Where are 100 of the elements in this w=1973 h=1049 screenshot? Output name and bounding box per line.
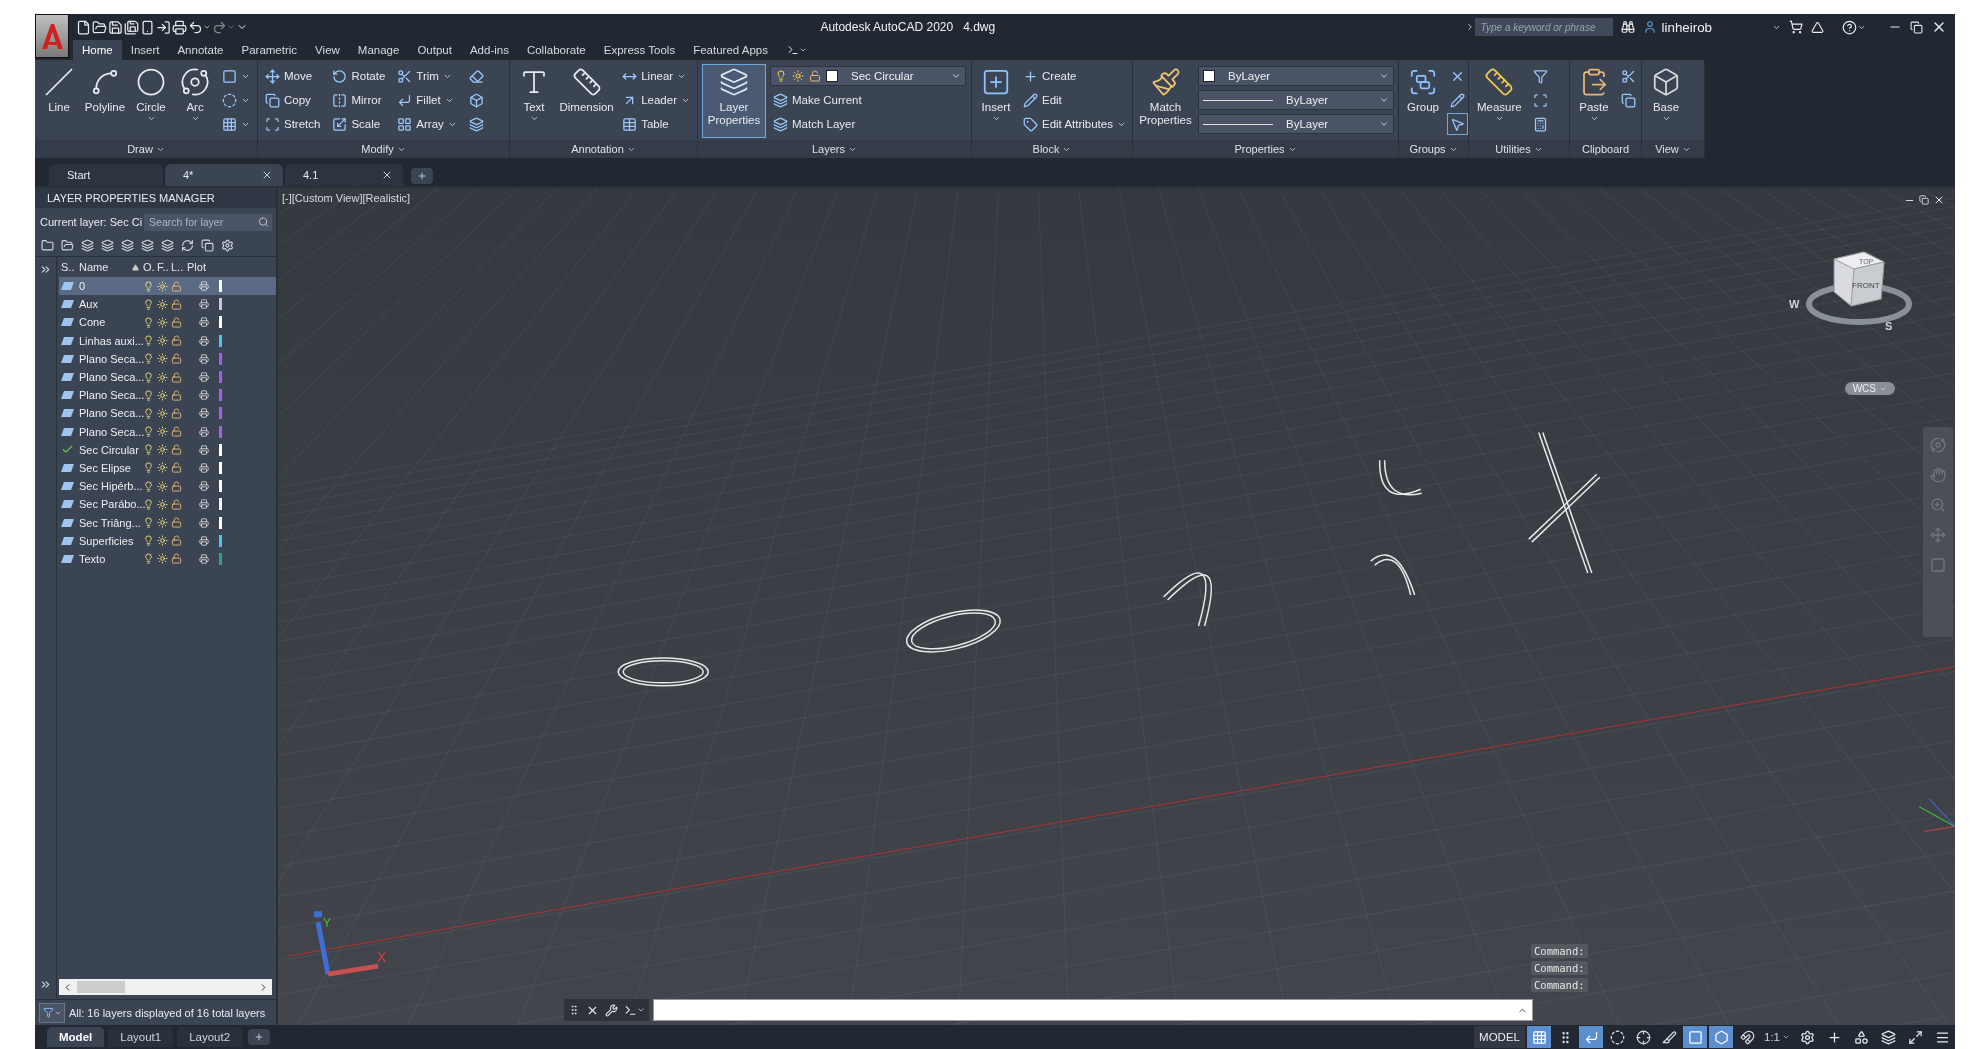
ribbon-tool-button[interactable]: Create [1020, 65, 1129, 87]
column-header[interactable]: F.. [157, 261, 169, 273]
ribbon-tool-button[interactable]: Table [619, 113, 693, 135]
ribbon-tool-button[interactable]: Mirror [329, 89, 389, 111]
model-space-button[interactable]: MODEL [1474, 1026, 1525, 1048]
search-field[interactable]: Search for layer [144, 213, 272, 231]
panel-title[interactable]: Properties [1133, 140, 1398, 158]
ribbon-tab[interactable]: Express Tools [594, 40, 685, 60]
ribbon-tool-button[interactable]: Stretch [262, 113, 324, 135]
layer-row[interactable]: Sec Triâng... [59, 513, 276, 532]
ribbon-tab[interactable]: View [306, 40, 349, 60]
layer-name: 0 [79, 280, 87, 293]
ribbon-tool-button[interactable]: Edit Attributes [1020, 113, 1129, 135]
panel-title[interactable]: Layers [698, 140, 971, 158]
document-tab[interactable]: Start [49, 164, 163, 186]
layer-row[interactable]: Superficies [59, 531, 276, 550]
panel-title[interactable]: Groups [1399, 140, 1468, 158]
ribbon-tool-button[interactable]: Make Current [770, 89, 966, 111]
ribbon-tool-button[interactable]: Base [1646, 64, 1686, 138]
ribbon-tool-button[interactable]: Trim [394, 65, 460, 87]
column-header[interactable]: O. [143, 261, 155, 273]
ribbon-tab[interactable]: Collaborate [517, 40, 595, 60]
ribbon-tool-button[interactable]: Match Layer [770, 113, 966, 135]
panel-title[interactable]: View [1642, 140, 1704, 158]
ribbon-tab[interactable]: Home [73, 40, 122, 60]
layer-row[interactable]: 0 [59, 277, 276, 296]
column-header[interactable]: L.. [171, 261, 185, 273]
layer-row[interactable]: Aux [59, 295, 276, 314]
panel-title[interactable]: Annotation [510, 140, 697, 158]
layer-row[interactable]: Sec Circular [59, 440, 276, 459]
layer-name: Sec Elipse [79, 461, 132, 474]
ribbon-tool-button[interactable]: Array [394, 113, 460, 135]
ribbon-tool-button[interactable]: Leader [619, 89, 693, 111]
ribbon-tool-button[interactable]: Edit [1020, 89, 1129, 111]
ribbon-tool-button[interactable]: Copy [262, 89, 324, 111]
layer-row[interactable]: Texto [59, 549, 276, 568]
ribbon-tab[interactable]: Insert [121, 40, 169, 60]
column-header[interactable]: S.. [61, 261, 77, 273]
layer-row[interactable]: Plano Seca... [59, 404, 276, 423]
ribbon-tool-button[interactable]: Insert [976, 64, 1016, 138]
ribbon-tool-button[interactable]: Match Properties [1137, 64, 1194, 138]
palette-title: LAYER PROPERTIES MANAGER [35, 188, 276, 208]
document-tab[interactable]: 4* [165, 164, 283, 186]
layer-row[interactable]: Plano Seca... [59, 386, 276, 405]
ribbon-tab[interactable]: Output [408, 40, 461, 60]
dropdown-field[interactable]: ByLayer [1198, 66, 1394, 86]
dropdown-field[interactable]: ByLayer [1198, 114, 1394, 134]
ribbon-tool-button[interactable]: Measure [1473, 64, 1526, 138]
layer-name: Aux [79, 298, 99, 311]
ribbon-tab[interactable]: Add-ins [460, 40, 518, 60]
ribbon-tool-button[interactable]: Move [262, 65, 324, 87]
ribbon-tool-button[interactable]: Rotate [329, 65, 389, 87]
layer-row[interactable]: Plano Seca... [59, 367, 276, 387]
user-menu-button[interactable]: linheirob [1642, 19, 1781, 35]
dropdown-field[interactable]: Sec Circular [770, 66, 966, 86]
layer-row[interactable]: Sec Parábo... [59, 495, 276, 514]
dropdown-field[interactable]: ByLayer [1198, 90, 1394, 110]
ribbon-tool-button[interactable]: Text [514, 64, 554, 138]
layer-count-status: All: 16 layers displayed of 16 total layers [69, 1006, 266, 1019]
ribbon-tab[interactable]: Parametric [232, 40, 307, 60]
ribbon-tool-button[interactable]: Linear [619, 65, 693, 87]
column-header[interactable]: Plot [187, 261, 217, 273]
panel-title[interactable]: Utilities [1469, 140, 1569, 158]
layer-row[interactable]: Cone [59, 313, 276, 332]
layer-name: Superficies [79, 534, 135, 547]
ribbon-tab[interactable]: Featured Apps [684, 40, 777, 60]
current-layer-label: Current layer: Sec Ci [40, 216, 143, 228]
ribbon-tool-button[interactable]: Scale [329, 113, 389, 135]
panel-title[interactable]: Clipboard [1570, 140, 1641, 158]
ribbon-tool-button[interactable]: Layer Properties [702, 64, 766, 138]
ribbon-tool-button[interactable]: Group [1403, 64, 1443, 138]
ribbon-tool-button[interactable]: Paste [1574, 64, 1614, 138]
column-header[interactable]: Name [79, 261, 141, 273]
layer-row[interactable]: Linhas auxi... [59, 331, 276, 350]
layer-name: Texto [79, 552, 107, 565]
panel-title[interactable]: Modify [258, 140, 509, 158]
ribbon-tool-button[interactable]: Dimension [558, 64, 616, 138]
ribbon-tool-button[interactable]: Circle [131, 64, 171, 138]
search-field[interactable]: Type a keyword or phrase [1474, 18, 1613, 36]
ribbon-tool-button[interactable]: Arc [175, 64, 215, 138]
layout-tab[interactable]: Model [47, 1027, 105, 1047]
ribbon-tool-button[interactable]: Polyline [83, 64, 127, 138]
layer-name: Sec Hipérb... [79, 480, 141, 493]
viewport-controls-label[interactable]: [-][Custom View][Realistic] [282, 192, 411, 204]
ribbon-tab[interactable]: Manage [348, 40, 409, 60]
layer-row[interactable]: Plano Seca... [59, 349, 276, 368]
layer-row[interactable]: Sec Hipérb... [59, 477, 276, 496]
layer-name: Sec Circular [79, 443, 140, 456]
document-tab[interactable]: 4.1 [285, 164, 403, 186]
layer-row[interactable]: Sec Elipse [59, 458, 276, 478]
panel-title[interactable]: Block [972, 140, 1132, 158]
layout-tab[interactable]: Layout2 [177, 1027, 243, 1047]
panel-title[interactable]: Draw [35, 140, 257, 158]
layer-row[interactable]: Plano Seca... [59, 422, 276, 441]
layout-tab[interactable]: Layout1 [108, 1027, 174, 1047]
ribbon-tab[interactable]: Annotate [168, 40, 233, 60]
annotation-scale-button[interactable]: 1:1 [1761, 1031, 1793, 1043]
file-name: 4.dwg [963, 20, 996, 34]
ribbon-tool-button[interactable]: Fillet [394, 89, 460, 111]
ribbon-tool-button[interactable]: Line [39, 64, 79, 138]
